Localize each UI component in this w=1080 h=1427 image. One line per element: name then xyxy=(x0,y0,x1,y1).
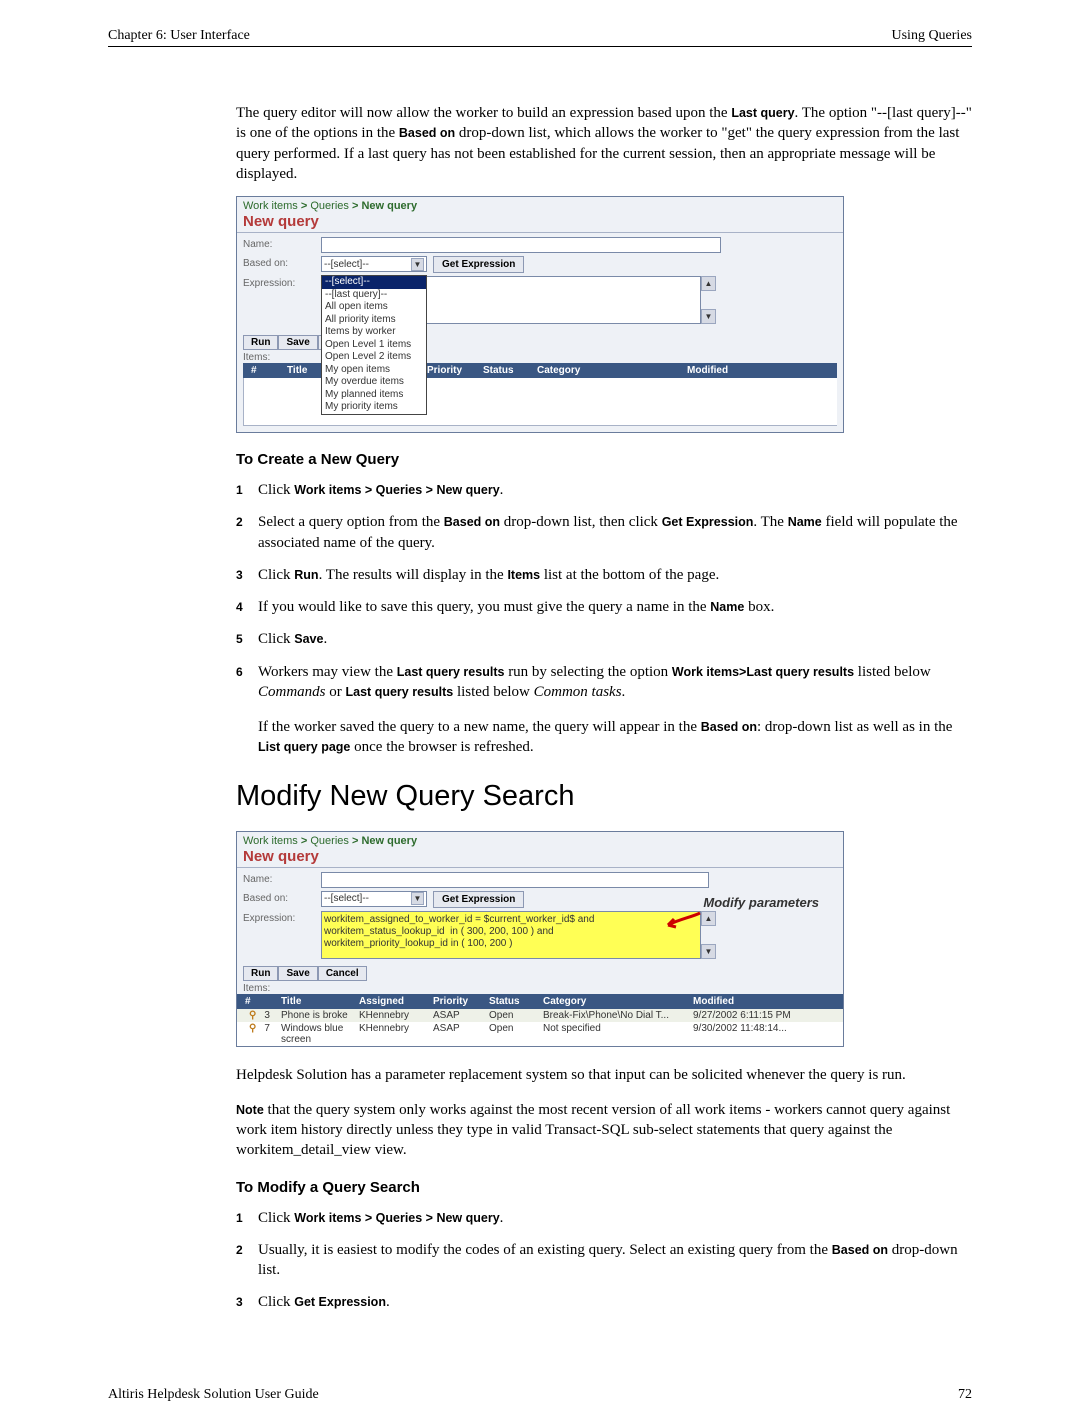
chevron-down-icon: ▼ xyxy=(411,892,424,905)
table-row[interactable]: ⚲7 Windows blue screen KHennebry ASAP Op… xyxy=(237,1022,843,1046)
dropdown-option[interactable]: Items by worker xyxy=(322,326,426,339)
panel-title: New query xyxy=(237,848,843,868)
dropdown-option[interactable]: --[last query]-- xyxy=(322,289,426,302)
create-sub-note: If the worker saved the query to a new n… xyxy=(258,717,972,758)
name-input[interactable] xyxy=(321,872,709,888)
basedon-dropdown-list[interactable]: --[select]-- --[last query]-- All open i… xyxy=(321,275,427,415)
label-items: Items: xyxy=(237,983,843,994)
basedon-select[interactable]: --[select]-- ▼ xyxy=(321,891,427,907)
expression-textarea[interactable]: workitem_assigned_to_worker_id = $curren… xyxy=(321,911,701,959)
save-button[interactable]: Save xyxy=(278,335,317,350)
scrollbar[interactable]: ▲▼ xyxy=(701,276,716,324)
screenshot-new-query-dropdown: Work items > Queries > New query New que… xyxy=(236,196,844,433)
label-name: Name: xyxy=(243,872,321,885)
dropdown-option[interactable]: Open Level 2 items xyxy=(322,351,426,364)
footer-page-number: 72 xyxy=(958,1387,972,1403)
grid-body: ⚲3 Phone is broke KHennebry ASAP Open Br… xyxy=(237,1009,843,1046)
breadcrumb: Work items > Queries > New query xyxy=(237,197,843,213)
dropdown-option[interactable]: My open items xyxy=(322,364,426,377)
header-section: Using Queries xyxy=(892,28,973,44)
pin-icon: ⚲ xyxy=(245,1010,260,1021)
chevron-down-icon: ▼ xyxy=(411,258,424,271)
arrow-icon xyxy=(662,911,702,929)
table-row[interactable]: ⚲3 Phone is broke KHennebry ASAP Open Br… xyxy=(237,1009,843,1022)
dropdown-option[interactable]: My priority items xyxy=(322,401,426,414)
heading-create-query: To Create a New Query xyxy=(236,451,972,468)
scrollbar[interactable]: ▲▼ xyxy=(701,911,716,959)
intro-paragraph: The query editor will now allow the work… xyxy=(236,103,972,184)
basedon-select[interactable]: --[select]-- ▼ xyxy=(321,256,427,272)
label-expression: Expression: xyxy=(243,276,321,289)
save-button[interactable]: Save xyxy=(278,966,317,981)
dropdown-option[interactable]: Open Level 1 items xyxy=(322,339,426,352)
cancel-button[interactable]: Cancel xyxy=(318,966,367,981)
dropdown-option[interactable]: My overdue items xyxy=(322,376,426,389)
dropdown-option[interactable]: All priority items xyxy=(322,314,426,327)
dropdown-option[interactable]: My planned items xyxy=(322,389,426,402)
heading-modify-search: Modify New Query Search xyxy=(236,780,972,813)
label-basedon: Based on: xyxy=(243,891,321,904)
grid-header: # Title Assigned Priority Status Categor… xyxy=(237,994,843,1009)
run-button[interactable]: Run xyxy=(243,966,278,981)
panel-title: New query xyxy=(237,213,843,233)
get-expression-button[interactable]: Get Expression xyxy=(433,891,524,908)
callout-modify-parameters: Modify parameters xyxy=(703,895,819,910)
label-name: Name: xyxy=(243,237,321,250)
header-chapter: Chapter 6: User Interface xyxy=(108,28,250,44)
breadcrumb: Work items > Queries > New query xyxy=(237,832,843,848)
dropdown-option[interactable]: --[select]-- xyxy=(322,276,426,289)
heading-modify-query: To Modify a Query Search xyxy=(236,1179,972,1196)
run-button[interactable]: Run xyxy=(243,335,278,350)
dropdown-option[interactable]: All open items xyxy=(322,301,426,314)
screenshot-modify-parameters: Work items > Queries > New query New que… xyxy=(236,831,844,1047)
label-basedon: Based on: xyxy=(243,256,321,269)
name-input[interactable] xyxy=(321,237,721,253)
para-note: Note that the query system only works ag… xyxy=(236,1100,972,1161)
pin-icon: ⚲ xyxy=(245,1023,260,1034)
para-parameter-replacement: Helpdesk Solution has a parameter replac… xyxy=(236,1065,972,1085)
footer-title: Altiris Helpdesk Solution User Guide xyxy=(108,1387,319,1403)
get-expression-button[interactable]: Get Expression xyxy=(433,256,524,273)
label-expression: Expression: xyxy=(243,911,321,924)
